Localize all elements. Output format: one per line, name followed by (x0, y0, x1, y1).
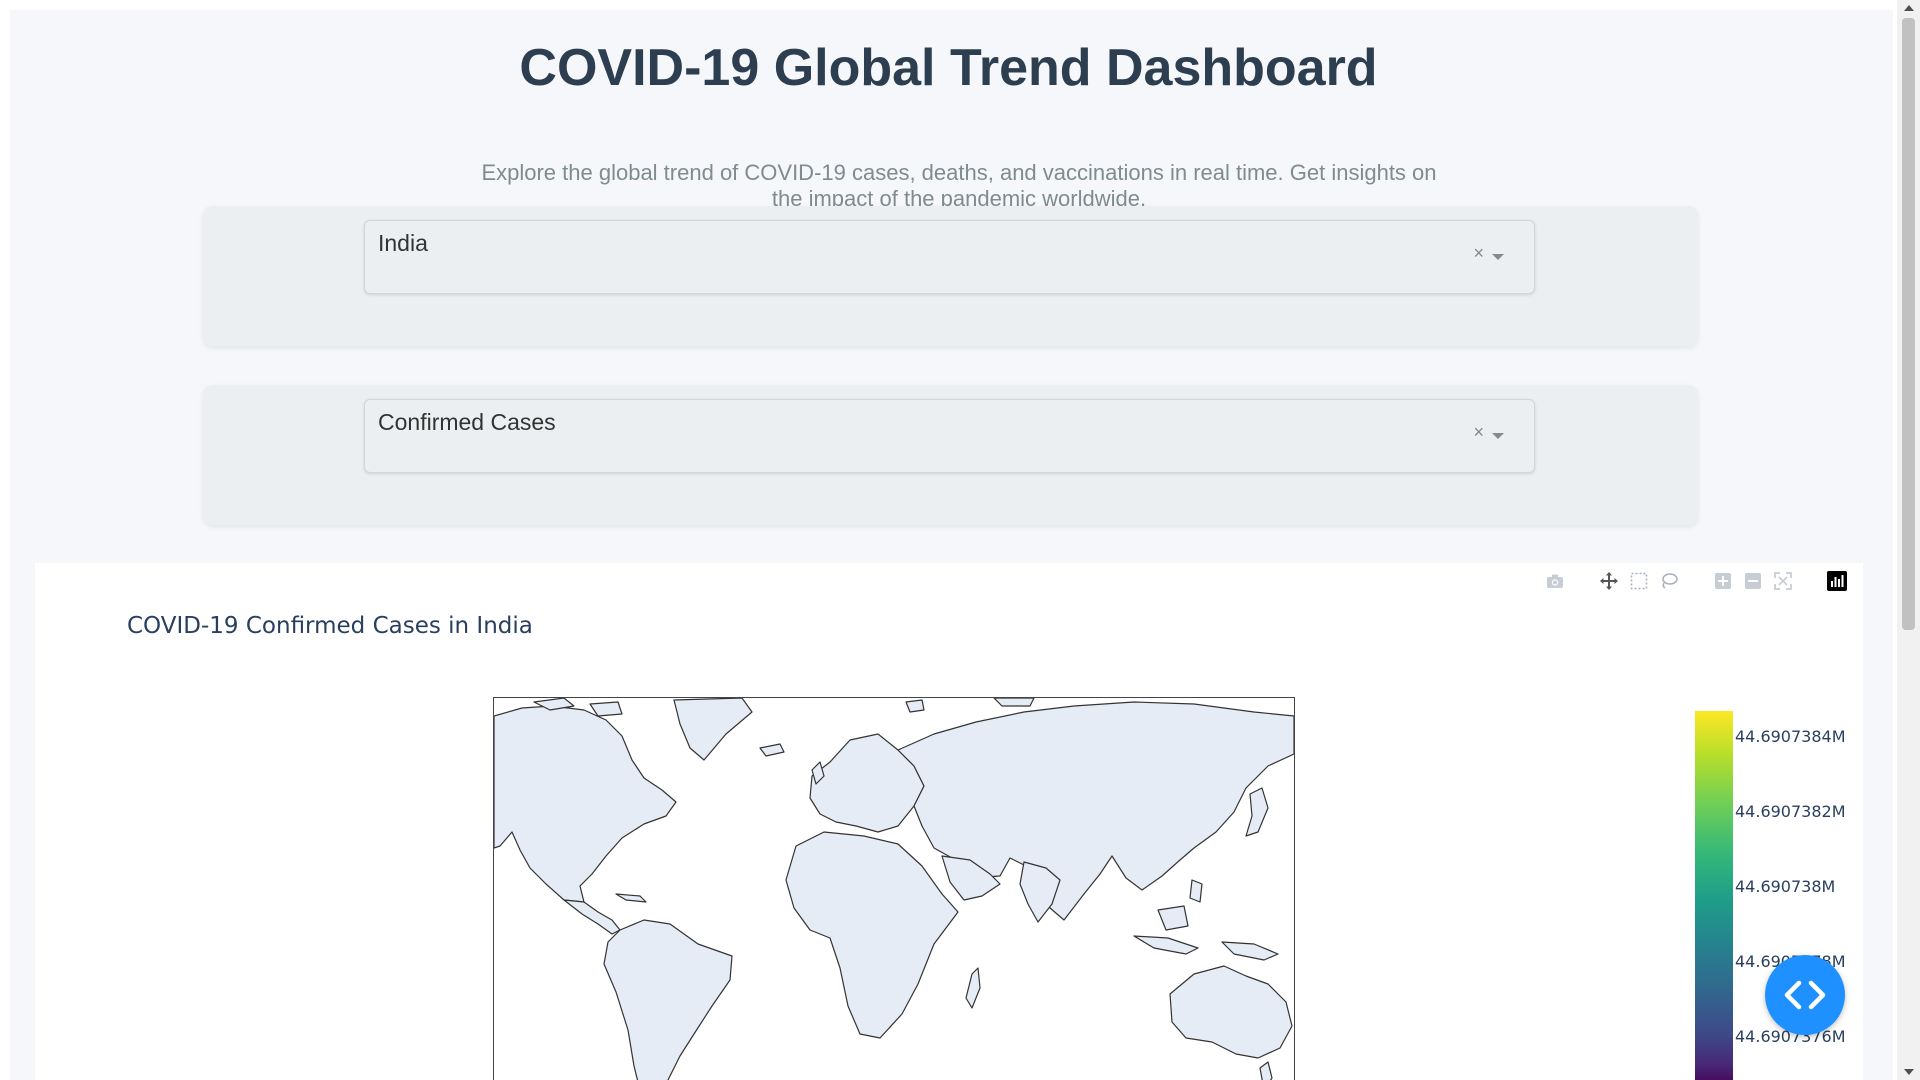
chevron-down-icon[interactable] (1492, 254, 1504, 260)
map-geo-svg (494, 698, 1294, 1080)
north-america-shape (494, 705, 677, 903)
madagascar-shape (965, 967, 981, 1009)
iceland-shape (759, 743, 785, 757)
metric-dropdown[interactable]: Confirmed Cases × (364, 399, 1535, 473)
metric-dropdown-value: Confirmed Cases (378, 409, 556, 435)
clear-icon[interactable]: × (1473, 243, 1484, 264)
world-map[interactable] (493, 697, 1295, 1080)
philippines-shape (1189, 879, 1203, 903)
greenland-shape (673, 698, 753, 761)
scroll-down-icon[interactable] (1904, 1069, 1914, 1075)
australia-shape (1169, 965, 1293, 1059)
indonesia-shape (1133, 935, 1199, 955)
zoom-out-icon[interactable] (1743, 571, 1763, 591)
central-america-shape (563, 899, 621, 935)
clear-icon[interactable]: × (1473, 422, 1484, 443)
zoom-in-icon[interactable] (1713, 571, 1733, 591)
new-guinea-shape (1221, 941, 1279, 961)
chevron-down-icon[interactable] (1492, 433, 1504, 439)
plotly-logo-icon[interactable] (1827, 571, 1847, 591)
page-title: COVID-19 Global Trend Dashboard (519, 39, 1378, 97)
pan-icon[interactable] (1599, 571, 1619, 591)
colorbar (1695, 711, 1733, 1080)
new-zealand-shape (1259, 1061, 1273, 1080)
autoscale-icon[interactable] (1773, 571, 1793, 591)
page-scrollbar[interactable] (1897, 0, 1920, 1080)
colorbar-tick-label: 44.690738M (1735, 877, 1836, 896)
africa-shape (785, 831, 959, 1039)
borneo-shape (1157, 905, 1189, 931)
svalbard-shape (905, 699, 925, 713)
subtitle-line-1: Explore the global trend of COVID-19 cas… (481, 160, 1437, 185)
arctic-island-2 (589, 701, 623, 717)
scroll-up-icon[interactable] (1904, 5, 1914, 11)
lasso-icon[interactable] (1659, 571, 1679, 591)
code-icon (1784, 980, 1826, 1010)
dashboard-page: COVID-19 Global Trend Dashboard Explore … (10, 10, 1893, 1080)
colorbar-tick-label: 44.6907384M (1735, 727, 1846, 746)
country-selector-card: India × (203, 206, 1698, 346)
arctic-island-3 (993, 698, 1035, 707)
camera-icon[interactable] (1545, 571, 1565, 591)
country-dropdown-value: India (378, 230, 428, 256)
cuba-shape (615, 893, 647, 903)
metric-selector-card: Confirmed Cases × (203, 385, 1698, 525)
south-america-shape (603, 919, 733, 1080)
choropleth-chart-panel: COVID-19 Confirmed Cases in India 44.690… (35, 563, 1863, 1080)
code-toggle-button[interactable] (1765, 955, 1845, 1035)
page-subtitle: Explore the global trend of COVID-19 cas… (450, 160, 1468, 212)
country-dropdown[interactable]: India × (364, 220, 1535, 294)
colorbar-tick-label: 44.6907382M (1735, 802, 1846, 821)
chart-title: COVID-19 Confirmed Cases in India (127, 613, 533, 639)
chart-modebar (1545, 569, 1847, 593)
scrollbar-thumb[interactable] (1902, 18, 1915, 630)
japan-shape (1245, 787, 1269, 837)
box-select-icon[interactable] (1629, 571, 1649, 591)
